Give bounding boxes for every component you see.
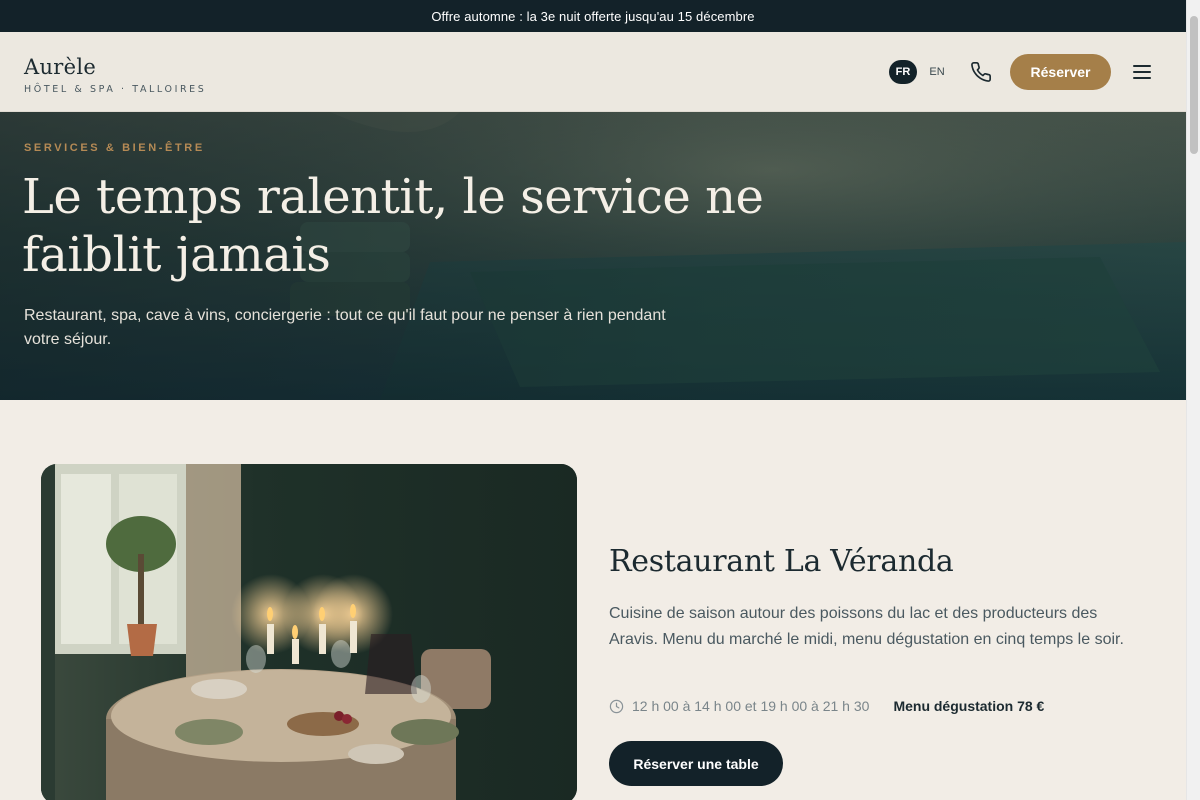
- restaurant-info: 12 h 00 à 14 h 00 et 19 h 00 à 21 h 30 M…: [609, 698, 1044, 714]
- restaurant-description: Cuisine de saison autour des poissons du…: [609, 605, 1124, 648]
- promo-banner: Offre automne : la 3e nuit offerte jusqu…: [0, 0, 1186, 32]
- restaurant-hours: 12 h 00 à 14 h 00 et 19 h 00 à 21 h 30: [632, 698, 870, 714]
- language-fr[interactable]: FR: [889, 60, 917, 84]
- book-button[interactable]: Réserver: [1010, 54, 1111, 90]
- brand-tagline: HÔTEL & SPA · TALLOIRES: [24, 84, 207, 95]
- restaurant-title: Restaurant La Véranda: [609, 544, 954, 579]
- restaurant-image: [41, 464, 577, 800]
- hero-title: Le temps ralentit, le service ne faiblit…: [22, 169, 764, 283]
- hero-section: SERVICES & BIEN-ÊTRE Le temps ralentit, …: [0, 112, 1186, 400]
- hero-subtitle: Restaurant, spa, cave à vins, concierger…: [24, 307, 666, 348]
- restaurant-price: Menu dégustation 78 €: [893, 698, 1045, 714]
- clock-icon: [609, 699, 624, 713]
- language-switcher: FR EN: [889, 60, 951, 84]
- promo-text: Offre automne : la 3e nuit offerte jusqu…: [431, 8, 755, 24]
- menu-icon[interactable]: [1131, 62, 1153, 82]
- page-scrollbar[interactable]: [1186, 0, 1200, 800]
- hero-kicker: SERVICES & BIEN-ÊTRE: [24, 142, 205, 154]
- language-en[interactable]: EN: [923, 60, 951, 84]
- scrollbar-thumb[interactable]: [1190, 16, 1198, 154]
- phone-icon[interactable]: [970, 61, 992, 83]
- brand-name: Aurèle: [24, 55, 97, 79]
- book-table-button[interactable]: Réserver une table: [609, 741, 783, 786]
- site-header: Aurèle HÔTEL & SPA · TALLOIRES: [0, 32, 1186, 112]
- brand-logo[interactable]: Aurèle HÔTEL & SPA · TALLOIRES: [24, 54, 206, 95]
